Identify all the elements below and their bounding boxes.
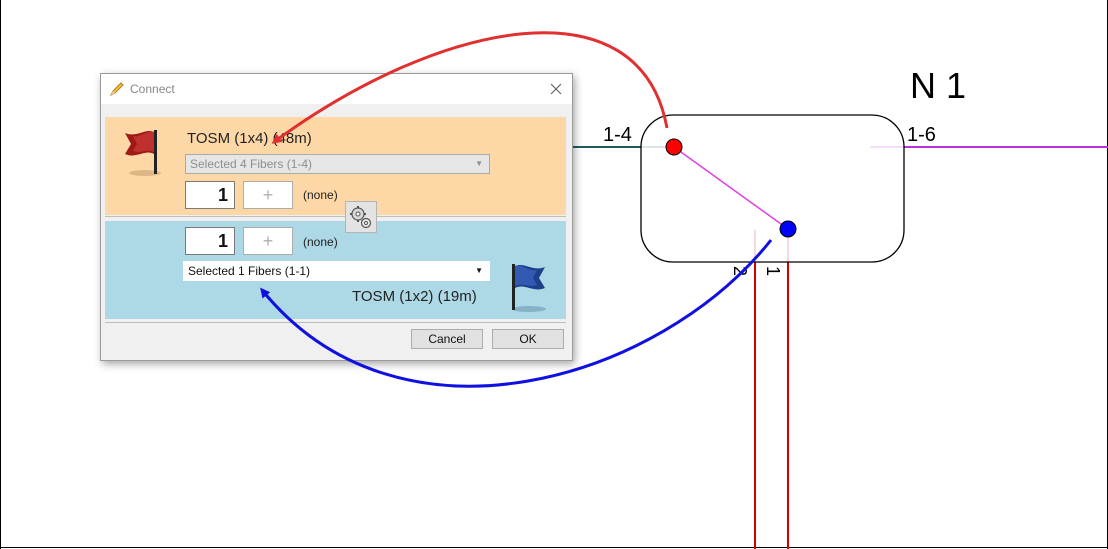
destination-fibers-select[interactable]: Selected 1 Fibers (1-1) ▼ <box>183 261 490 281</box>
destination-count-input[interactable]: 1 <box>185 227 235 255</box>
fiber-label-1: 1 <box>763 266 783 276</box>
port-label-left: 1-4 <box>603 124 632 146</box>
close-icon <box>550 83 562 95</box>
red-connector[interactable] <box>665 138 683 156</box>
cancel-button[interactable]: Cancel <box>411 329 483 349</box>
footer-divider <box>105 322 566 323</box>
source-cable-label: TOSM (1x4) (48m) <box>187 130 312 147</box>
destination-plus-button[interactable]: + <box>243 227 293 255</box>
fiber-label-2: 2 <box>730 266 750 276</box>
blue-flag-icon <box>512 264 546 312</box>
close-button[interactable] <box>546 79 566 99</box>
dialog-title: Connect <box>130 82 175 96</box>
pencil-icon <box>109 82 124 97</box>
red-flag-icon <box>125 130 161 176</box>
connect-dialog[interactable]: Connect TOSM (1x4) (48m) Selected 4 Fibe… <box>100 73 573 361</box>
settings-button[interactable] <box>345 201 377 233</box>
node-box[interactable] <box>640 114 905 263</box>
source-fibers-select[interactable]: Selected 4 Fibers (1-4) ▼ <box>185 154 490 174</box>
node-title: N 1 <box>910 65 966 106</box>
gears-icon <box>350 206 372 229</box>
source-count-input[interactable]: 1 <box>185 181 235 209</box>
source-none-label: (none) <box>303 188 338 202</box>
dialog-titlebar[interactable]: Connect <box>101 74 572 104</box>
destination-cable-label: TOSM (1x2) (19m) <box>352 288 477 305</box>
source-fibers-value: Selected 4 Fibers (1-4) <box>190 157 313 171</box>
panel-divider <box>105 216 566 217</box>
ok-button[interactable]: OK <box>492 329 564 349</box>
destination-fibers-value: Selected 1 Fibers (1-1) <box>188 264 311 278</box>
destination-none-label: (none) <box>303 235 338 249</box>
chevron-down-icon: ▼ <box>475 266 483 275</box>
blue-connector[interactable] <box>779 220 797 238</box>
source-plus-button[interactable]: + <box>243 181 293 209</box>
port-label-right: 1-6 <box>907 124 936 146</box>
chevron-down-icon: ▼ <box>475 159 483 168</box>
